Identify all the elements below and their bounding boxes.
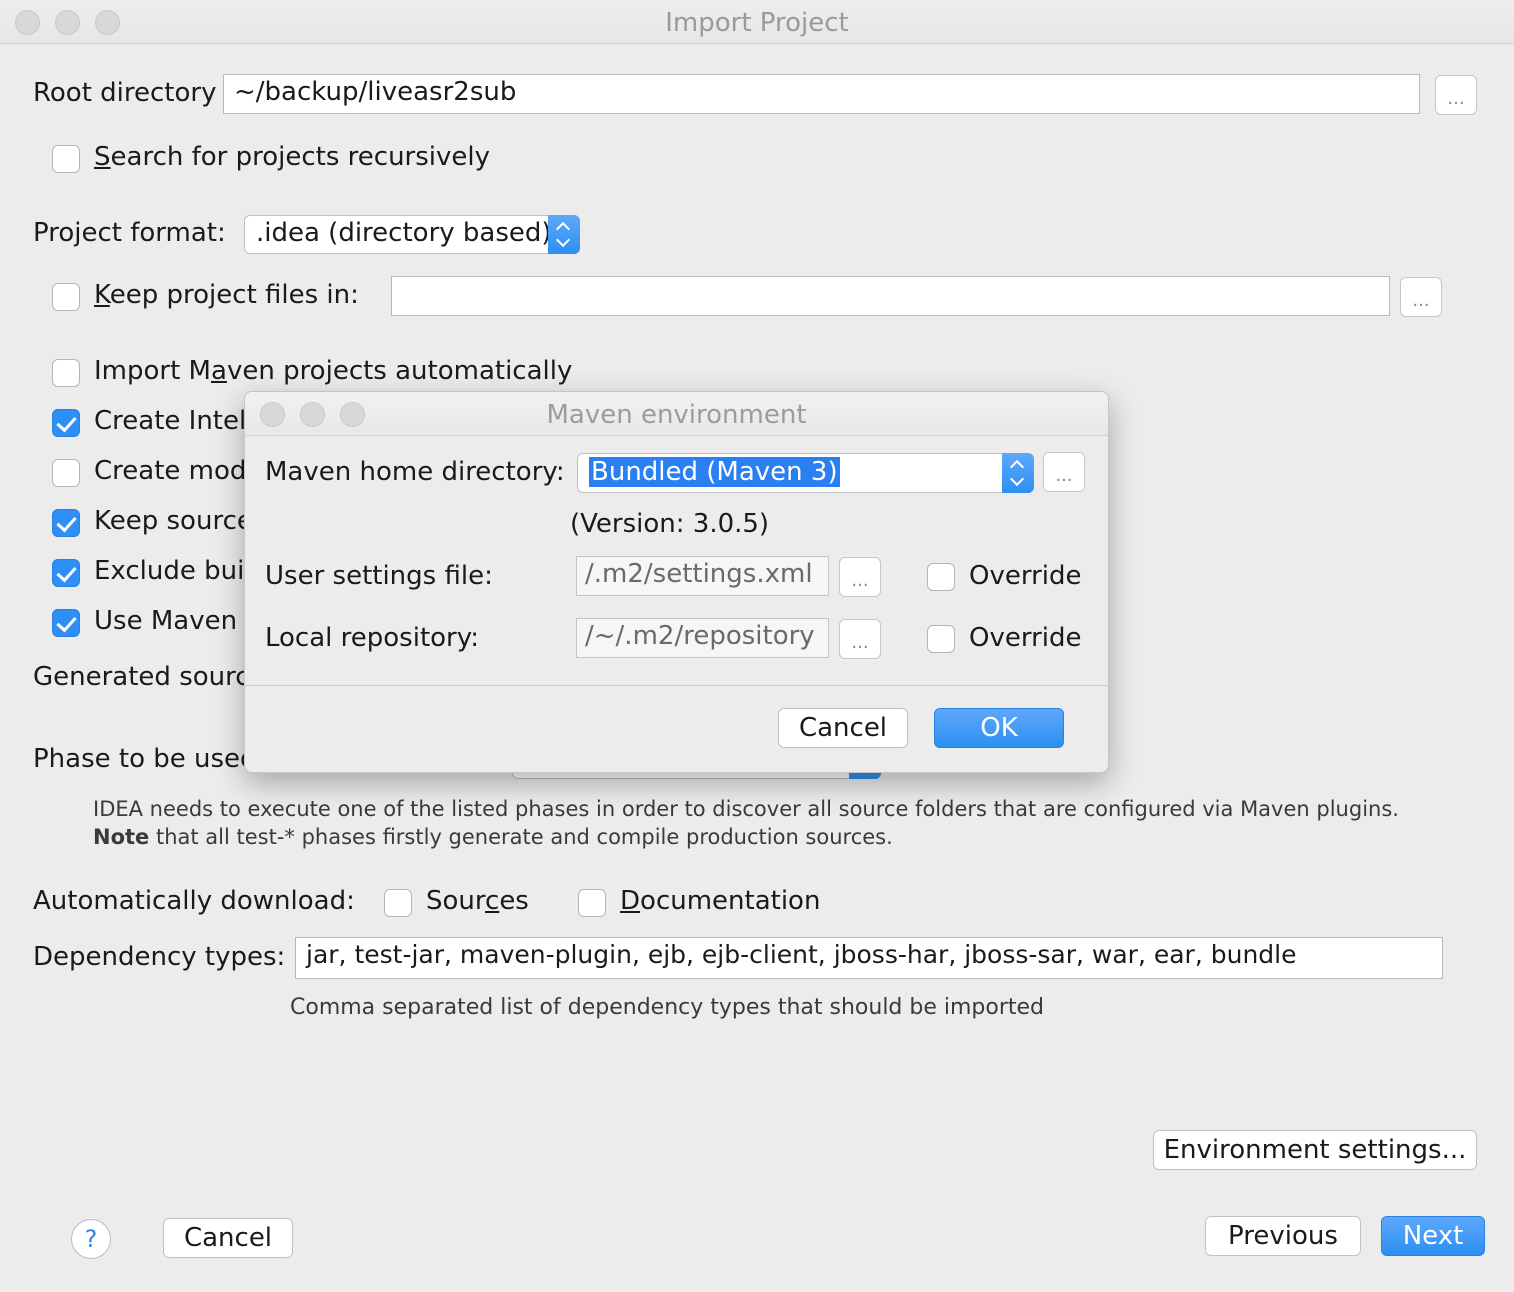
- exclude-build-label: Exclude buil: [94, 556, 252, 586]
- window-title: Import Project: [665, 8, 849, 38]
- user-settings-label: User settings file:: [265, 561, 493, 591]
- user-settings-input[interactable]: /.m2/settings.xml: [576, 556, 829, 596]
- create-intellij-checkbox[interactable]: [52, 409, 80, 437]
- local-repository-input[interactable]: /~/.m2/repository: [576, 618, 829, 658]
- select-stepper-icon: [548, 215, 580, 254]
- use-maven-label: Use Maven g: [94, 606, 262, 636]
- title-bar: Import Project: [0, 0, 1514, 44]
- project-format-label: Project format:: [33, 218, 226, 248]
- dependency-types-input[interactable]: jar, test-jar, maven-plugin, ejb, ejb-cl…: [295, 937, 1443, 979]
- download-sources-label: Sources: [426, 886, 529, 916]
- next-button[interactable]: Next: [1381, 1216, 1485, 1256]
- user-settings-override-label: Override: [969, 561, 1082, 591]
- help-button[interactable]: ?: [71, 1219, 111, 1259]
- keep-files-input[interactable]: [391, 276, 1390, 316]
- local-repository-override-checkbox[interactable]: [927, 625, 955, 653]
- generated-sources-label: Generated source: [33, 662, 266, 692]
- maven-home-value: Bundled (Maven 3): [589, 457, 840, 487]
- previous-button[interactable]: Previous: [1205, 1216, 1361, 1256]
- phase-label: Phase to be used: [33, 744, 257, 774]
- local-repository-override-label: Override: [969, 623, 1082, 653]
- create-intellij-label: Create Intell: [94, 406, 254, 436]
- modal-cancel-button[interactable]: Cancel: [778, 708, 908, 748]
- dependency-types-hint: Comma separated list of dependency types…: [290, 995, 1045, 1020]
- keep-source-checkbox[interactable]: [52, 509, 80, 537]
- modal-title-bar: Maven environment: [245, 392, 1108, 436]
- download-docs-checkbox[interactable]: [578, 889, 606, 917]
- dependency-types-label: Dependency types:: [33, 942, 286, 972]
- create-module-label: Create modu: [94, 456, 263, 486]
- import-maven-auto-label: Import Maven projects automatically: [94, 356, 573, 386]
- maven-home-select[interactable]: Bundled (Maven 3): [577, 453, 1034, 493]
- user-settings-browse-button[interactable]: ...: [839, 557, 881, 597]
- keep-files-browse-button[interactable]: ...: [1400, 277, 1442, 317]
- modal-title: Maven environment: [546, 400, 807, 430]
- modal-separator: [245, 685, 1108, 686]
- user-settings-override-checkbox[interactable]: [927, 563, 955, 591]
- project-format-value: .idea (directory based): [256, 218, 552, 248]
- exclude-build-checkbox[interactable]: [52, 559, 80, 587]
- maven-environment-dialog: Maven environment Maven home directory: …: [244, 391, 1109, 773]
- maven-home-label: Maven home directory:: [265, 457, 565, 487]
- use-maven-checkbox[interactable]: [52, 609, 80, 637]
- auto-download-label: Automatically download:: [33, 886, 355, 916]
- download-sources-checkbox[interactable]: [384, 889, 412, 917]
- local-repository-browse-button[interactable]: ...: [839, 619, 881, 659]
- select-stepper-icon: [1002, 453, 1034, 493]
- keep-files-label: Keep project files in:: [94, 280, 359, 310]
- search-recursive-checkbox[interactable]: [52, 145, 80, 173]
- modal-ok-button[interactable]: OK: [934, 708, 1064, 748]
- root-directory-browse-button[interactable]: ...: [1435, 75, 1477, 115]
- download-docs-label: Documentation: [620, 886, 821, 916]
- phase-note-line1: IDEA needs to execute one of the listed …: [93, 797, 1399, 821]
- maven-version-text: (Version: 3.0.5): [570, 509, 770, 539]
- local-repository-label: Local repository:: [265, 623, 479, 653]
- search-recursive-label: Search for projects recursively: [94, 142, 491, 172]
- maven-home-browse-button[interactable]: ...: [1043, 452, 1085, 492]
- root-directory-input[interactable]: ~/backup/liveasr2sub: [223, 74, 1420, 114]
- phase-note-line2: Note that all test-* phases firstly gene…: [93, 825, 893, 849]
- project-format-select[interactable]: .idea (directory based): [244, 215, 580, 254]
- root-directory-label: Root directory: [33, 78, 217, 108]
- import-maven-auto-checkbox[interactable]: [52, 359, 80, 387]
- keep-source-label: Keep source: [94, 506, 253, 536]
- create-module-checkbox[interactable]: [52, 459, 80, 487]
- environment-settings-button[interactable]: Environment settings...: [1153, 1130, 1477, 1170]
- cancel-button[interactable]: Cancel: [163, 1218, 293, 1258]
- keep-files-checkbox[interactable]: [52, 283, 80, 311]
